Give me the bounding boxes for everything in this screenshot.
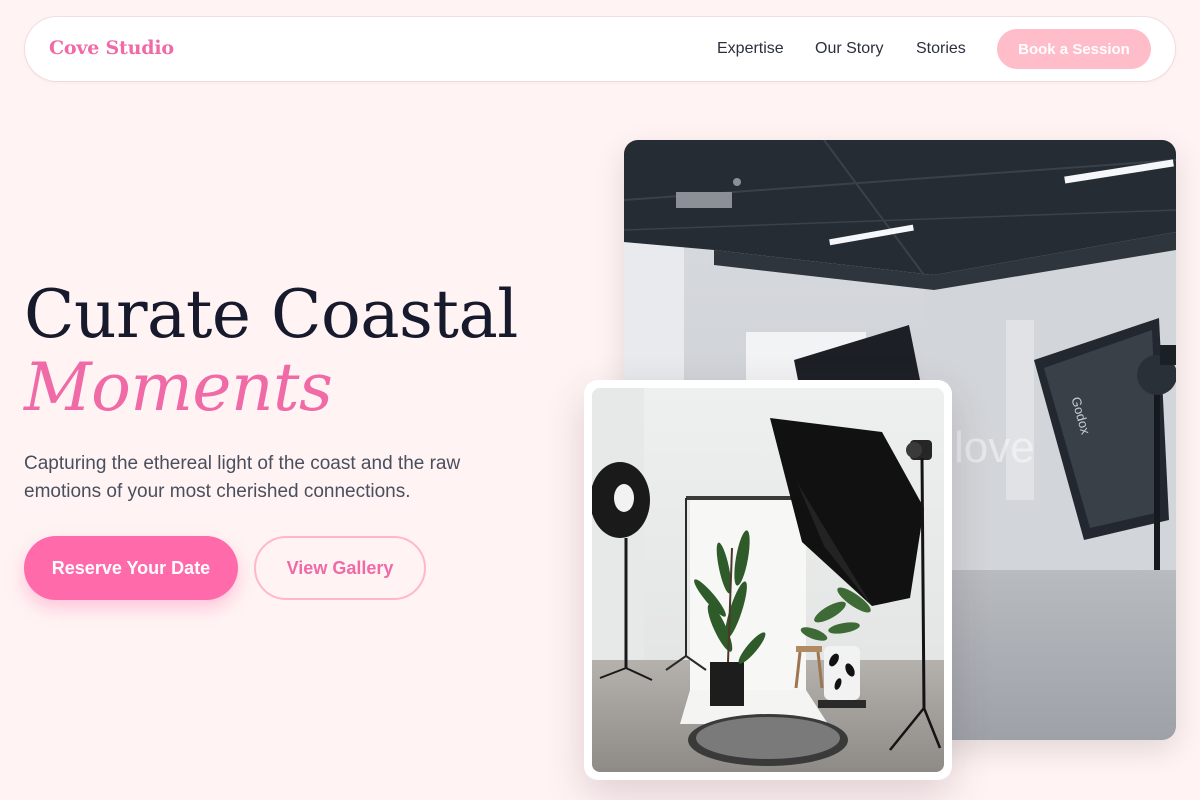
- brand-logo[interactable]: Cove Studio: [49, 37, 174, 59]
- hero-title: Curate Coastal: [24, 276, 518, 353]
- top-navbar: Cove Studio Expertise Our Story Stories …: [25, 17, 1175, 81]
- book-session-button[interactable]: Book a Session: [997, 29, 1151, 69]
- nav-link-our-story[interactable]: Our Story: [815, 40, 883, 58]
- nav-link-stories[interactable]: Stories: [916, 40, 966, 58]
- reserve-date-button[interactable]: Reserve Your Date: [24, 536, 238, 600]
- hero-subtitle: Capturing the ethereal light of the coas…: [24, 453, 461, 502]
- featured-photo-frame: [584, 380, 952, 780]
- view-gallery-button[interactable]: View Gallery: [254, 536, 426, 600]
- nav-link-expertise[interactable]: Expertise: [717, 40, 784, 58]
- hero-title-accent: Moments: [24, 349, 333, 426]
- studio-setup-photo: [592, 388, 944, 772]
- wall-neon-text: love: [954, 423, 1035, 472]
